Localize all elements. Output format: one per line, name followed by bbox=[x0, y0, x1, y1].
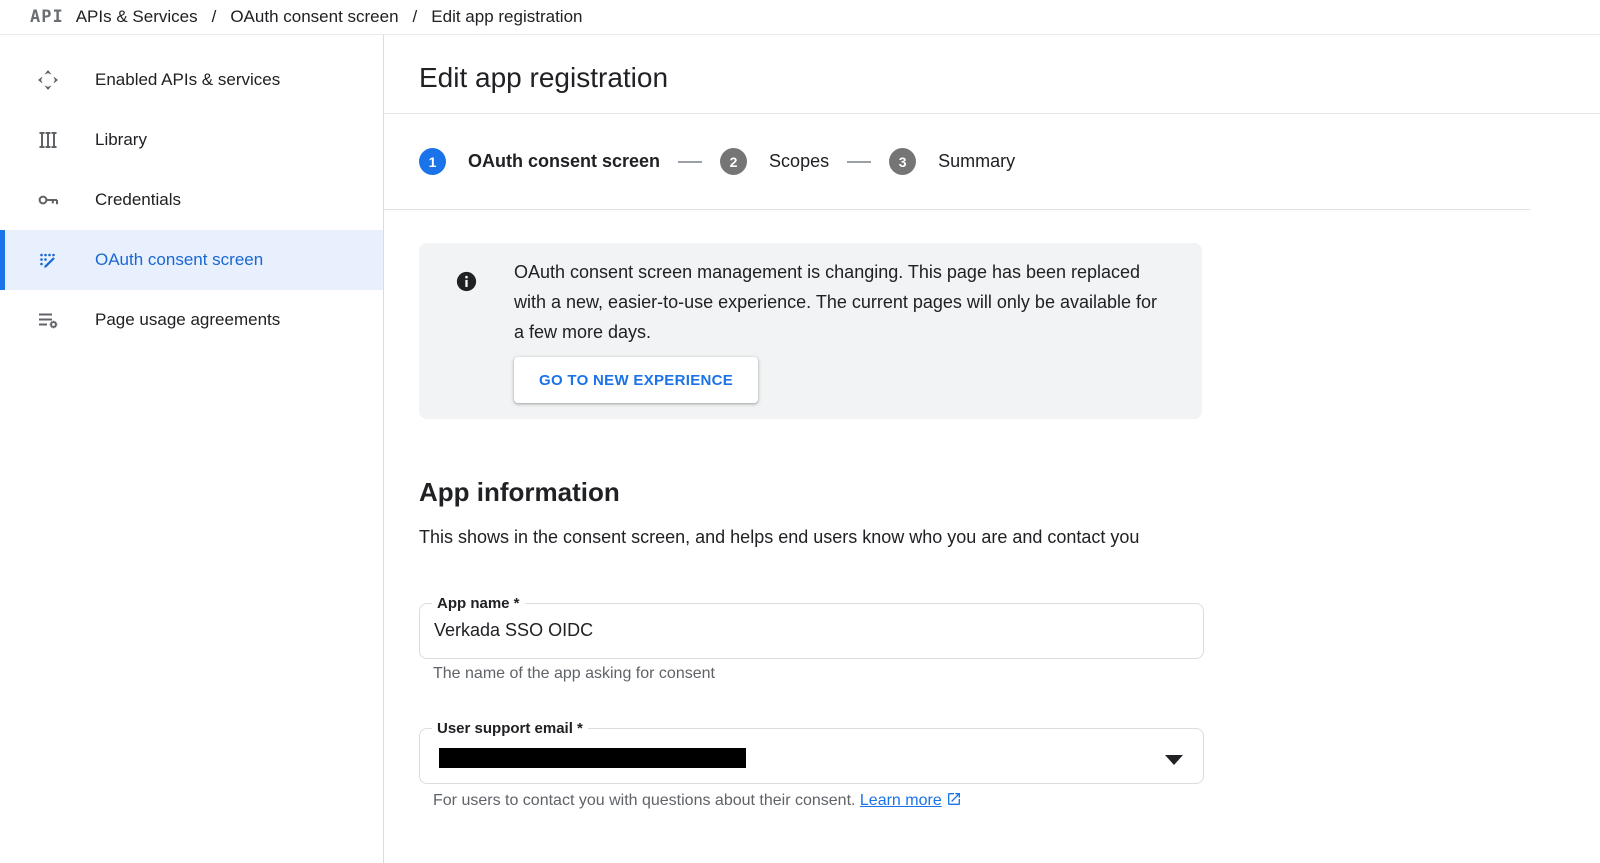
top-bar: API APIs & Services / OAuth consent scre… bbox=[0, 0, 1600, 35]
user-support-email-select[interactable]: User support email * bbox=[419, 728, 1204, 784]
info-banner: OAuth consent screen management is chang… bbox=[419, 243, 1202, 419]
step-2-circle: 2 bbox=[720, 148, 747, 175]
info-icon bbox=[456, 271, 477, 292]
sidebar-item-label: Page usage agreements bbox=[95, 310, 280, 330]
oauth-consent-icon bbox=[36, 248, 60, 272]
sidebar-item-label: Credentials bbox=[95, 190, 181, 210]
app-name-helper: The name of the app asking for consent bbox=[433, 664, 1204, 684]
step-2-label[interactable]: Scopes bbox=[769, 151, 829, 172]
sidebar-item-label: Enabled APIs & services bbox=[95, 70, 280, 90]
section-heading: App information bbox=[419, 475, 1600, 509]
breadcrumb-separator: / bbox=[212, 7, 217, 27]
user-support-email-helper: For users to contact you with questions … bbox=[433, 791, 1204, 811]
learn-more-link[interactable]: Learn more bbox=[860, 792, 942, 809]
chevron-down-icon[interactable] bbox=[1165, 752, 1183, 762]
stepper: 1 OAuth consent screen 2 Scopes 3 Summar… bbox=[419, 114, 1600, 209]
step-1-circle: 1 bbox=[419, 148, 446, 175]
sidebar: Enabled APIs & services Library Credenti… bbox=[0, 35, 384, 863]
go-to-new-experience-button[interactable]: GO TO NEW EXPERIENCE bbox=[514, 357, 758, 403]
section-description: This shows in the consent screen, and he… bbox=[419, 522, 1169, 552]
redacted-email-value bbox=[439, 748, 746, 768]
main-content: Edit app registration 1 OAuth consent sc… bbox=[384, 35, 1600, 863]
external-link-icon[interactable] bbox=[946, 791, 962, 807]
breadcrumb-apis-services[interactable]: APIs & Services bbox=[76, 7, 198, 27]
sidebar-item-label: Library bbox=[95, 130, 147, 150]
enabled-apis-icon bbox=[36, 68, 60, 92]
divider bbox=[384, 209, 1530, 210]
app-name-input[interactable]: App name * Verkada SSO OIDC bbox=[419, 603, 1204, 659]
helper-text: For users to contact you with questions … bbox=[433, 792, 855, 809]
step-connector bbox=[678, 161, 702, 163]
app-name-value: Verkada SSO OIDC bbox=[420, 604, 1203, 641]
user-support-email-field-group: User support email * For users to contac… bbox=[419, 728, 1204, 811]
sidebar-item-oauth-consent-screen[interactable]: OAuth consent screen bbox=[0, 230, 383, 290]
sidebar-item-page-usage-agreements[interactable]: Page usage agreements bbox=[0, 290, 383, 350]
library-icon bbox=[36, 128, 60, 152]
sidebar-item-enabled-apis[interactable]: Enabled APIs & services bbox=[0, 50, 383, 110]
key-icon bbox=[36, 188, 60, 212]
step-1-label: OAuth consent screen bbox=[468, 151, 660, 172]
app-name-label: App name * bbox=[432, 595, 525, 612]
breadcrumb-separator: / bbox=[413, 7, 418, 27]
selected-indicator bbox=[0, 230, 5, 290]
breadcrumb-oauth-consent-screen[interactable]: OAuth consent screen bbox=[230, 7, 398, 27]
step-connector bbox=[847, 161, 871, 163]
sidebar-item-label: OAuth consent screen bbox=[95, 250, 263, 270]
banner-message: OAuth consent screen management is chang… bbox=[514, 257, 1164, 347]
sidebar-item-library[interactable]: Library bbox=[0, 110, 383, 170]
user-support-email-label: User support email * bbox=[432, 720, 588, 737]
api-logo: API bbox=[30, 7, 64, 27]
step-3-label[interactable]: Summary bbox=[938, 151, 1015, 172]
page-title: Edit app registration bbox=[419, 58, 1600, 98]
sidebar-item-credentials[interactable]: Credentials bbox=[0, 170, 383, 230]
step-3-circle: 3 bbox=[889, 148, 916, 175]
page-usage-icon bbox=[36, 308, 60, 332]
app-name-field-group: App name * Verkada SSO OIDC The name of … bbox=[419, 603, 1204, 684]
breadcrumb-edit-app-registration: Edit app registration bbox=[431, 7, 582, 27]
